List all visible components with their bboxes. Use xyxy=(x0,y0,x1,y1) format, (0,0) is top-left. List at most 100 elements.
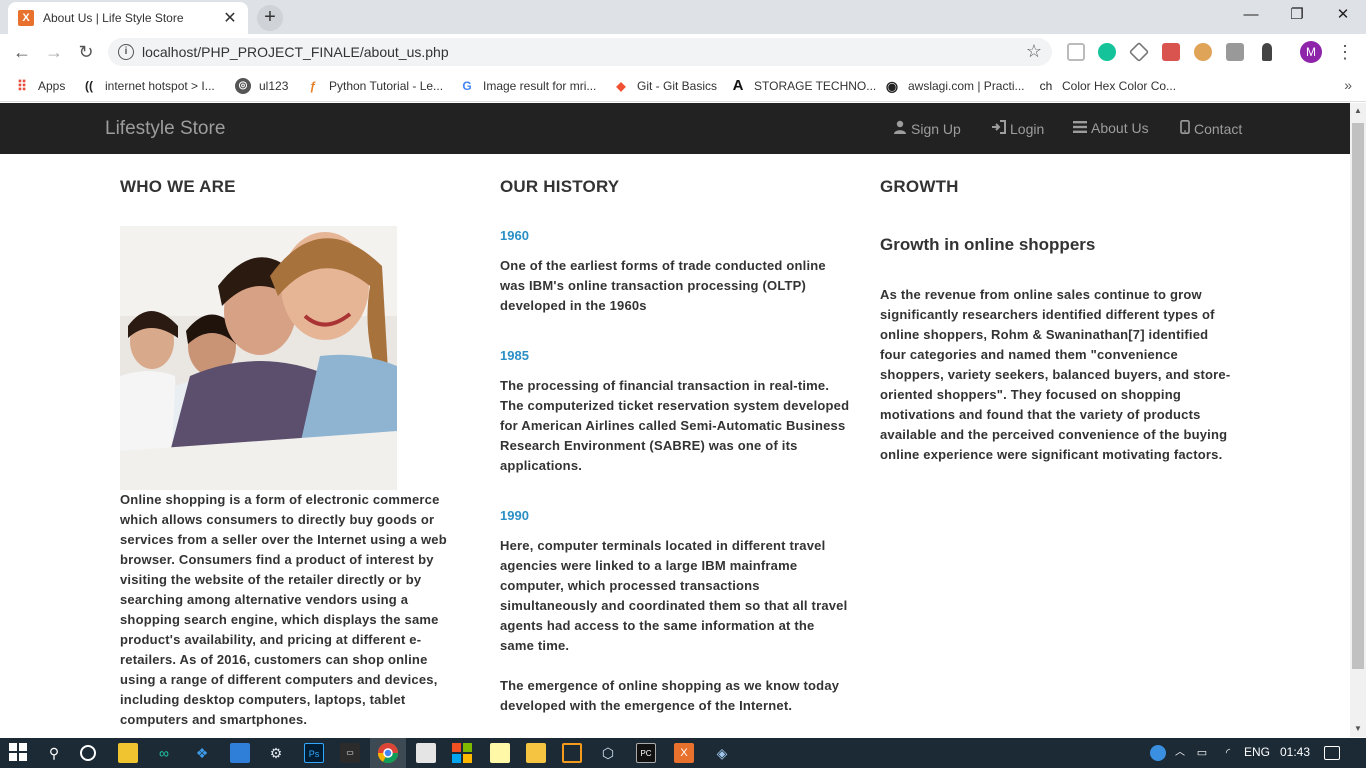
nav-about-us[interactable]: About Us xyxy=(1073,120,1149,136)
pdf-icon[interactable] xyxy=(1162,43,1180,61)
language-indicator[interactable]: ENG xyxy=(1244,745,1270,759)
history-entry-text: Here, computer terminals located in diff… xyxy=(500,538,848,653)
pycharm-icon[interactable]: PC xyxy=(636,743,656,763)
cortana-icon[interactable] xyxy=(80,745,96,761)
bookmark-python-tutorial[interactable]: ƒ Python Tutorial - Le... xyxy=(305,77,443,95)
terminal-icon[interactable]: ▭ xyxy=(340,743,360,763)
brand-logo[interactable]: Lifestyle Store xyxy=(105,118,225,140)
grammarly-icon[interactable] xyxy=(1098,43,1116,61)
bookmark-ul123[interactable]: ◎ ul123 xyxy=(235,77,288,95)
new-tab-button[interactable]: + xyxy=(257,5,283,31)
info-icon[interactable]: i xyxy=(118,44,134,60)
windows-start-icon[interactable] xyxy=(8,743,28,763)
infinity-app-icon[interactable]: ∞ xyxy=(154,743,174,763)
our-history-heading: OUR HISTORY xyxy=(500,177,620,196)
key-icon[interactable] xyxy=(1262,43,1272,61)
close-window-button[interactable]: ✕ xyxy=(1320,0,1366,30)
profile-avatar[interactable]: M xyxy=(1300,41,1322,63)
office-icon[interactable] xyxy=(452,743,472,763)
phone-icon xyxy=(1180,120,1190,137)
tab-title: About Us | Life Style Store xyxy=(43,11,184,25)
history-closing-text: The emergence of online shopping as we k… xyxy=(500,678,840,713)
dropbox-icon[interactable]: ❖ xyxy=(192,743,212,763)
growth-subheading: Growth in online shoppers xyxy=(880,235,1096,254)
wifi-icon[interactable]: ◜ xyxy=(1218,743,1238,763)
address-bar[interactable]: i localhost/PHP_PROJECT_FINALE/about_us.… xyxy=(108,38,1052,66)
growth-heading: GROWTH xyxy=(880,177,959,196)
history-entry-text: The processing of financial transaction … xyxy=(500,378,850,473)
clock[interactable]: 01:43 xyxy=(1280,745,1310,759)
bookmarks-bar: ⠿ Apps (( internet hotspot > I... ◎ ul12… xyxy=(0,70,1366,102)
sticky-notes-icon[interactable] xyxy=(490,743,510,763)
list-icon xyxy=(1073,120,1087,136)
windows-taskbar: ⚲ ∞ ❖ ⚙ Ps ▭ ⬡ PC X ◈ ︿ ▭ ◜ ENG 01:43 xyxy=(0,738,1366,768)
page-scrollbar[interactable]: ▲ ▼ xyxy=(1350,103,1366,737)
extension-user-icon[interactable] xyxy=(1226,43,1244,61)
photoshop-icon[interactable]: Ps xyxy=(304,743,324,763)
xampp-icon[interactable]: X xyxy=(674,743,694,763)
ch-icon: ch xyxy=(1039,79,1053,93)
scroll-up-icon[interactable]: ▲ xyxy=(1350,103,1366,119)
extension-cube-icon[interactable] xyxy=(1128,41,1150,63)
tray-chevron-icon[interactable]: ︿ xyxy=(1170,743,1190,763)
history-entry-text: One of the earliest forms of trade condu… xyxy=(500,258,826,313)
bookmark-image-result[interactable]: G Image result for mri... xyxy=(459,77,596,95)
bookmark-storage-techno[interactable]: A STORAGE TECHNO... xyxy=(730,77,877,95)
user-icon xyxy=(893,120,907,137)
browser-tab[interactable]: X About Us | Life Style Store ✕ xyxy=(8,2,248,34)
mail-icon[interactable] xyxy=(230,743,250,763)
a-letter-icon: A xyxy=(732,77,744,94)
nav-login[interactable]: Login xyxy=(991,120,1044,137)
python-icon: ƒ xyxy=(309,79,317,93)
globe-icon: ◎ xyxy=(235,78,251,94)
crop-app-icon[interactable] xyxy=(562,743,582,763)
history-year: 1960 xyxy=(500,228,529,243)
search-icon[interactable]: ⚲ xyxy=(44,743,64,763)
browser-toolbar: ← → ↻ i localhost/PHP_PROJECT_FINALE/abo… xyxy=(0,34,1366,70)
git-icon: ◆ xyxy=(616,79,626,93)
bookmark-color-hex[interactable]: ch Color Hex Color Co... xyxy=(1038,77,1176,95)
bookmark-apps[interactable]: ⠿ Apps xyxy=(14,77,66,95)
bookmark-awslagi[interactable]: ◉ awslagi.com | Practi... xyxy=(884,77,1025,95)
record-icon: ◉ xyxy=(885,78,899,94)
url-text[interactable]: localhost/PHP_PROJECT_FINALE/about_us.ph… xyxy=(142,44,449,60)
nav-contact[interactable]: Contact xyxy=(1180,120,1242,137)
apps-grid-icon: ⠿ xyxy=(16,78,28,94)
extension-pages-icon[interactable] xyxy=(1067,43,1085,61)
weather-icon[interactable] xyxy=(1150,745,1166,761)
steam-icon[interactable]: ⚙ xyxy=(266,743,286,763)
history-year: 1990 xyxy=(500,508,529,523)
more-bookmarks-icon[interactable]: » xyxy=(1344,77,1352,93)
minimize-button[interactable]: — xyxy=(1228,0,1274,30)
bookmark-internet-hotspot[interactable]: (( internet hotspot > I... xyxy=(81,77,215,95)
growth-section: GROWTH Growth in online shoppers As the … xyxy=(880,154,1232,462)
history-year: 1985 xyxy=(500,348,529,363)
forward-icon[interactable]: → xyxy=(42,40,66,64)
bookmark-git-basics[interactable]: ◆ Git - Git Basics xyxy=(613,77,717,95)
site-navbar: Lifestyle Store Sign Up Login About Us C… xyxy=(0,103,1350,154)
scroll-down-icon[interactable]: ▼ xyxy=(1350,721,1366,737)
login-icon xyxy=(991,120,1006,137)
window-app-icon[interactable] xyxy=(416,743,436,763)
3d-box-icon[interactable]: ◈ xyxy=(712,743,732,763)
our-history-section: OUR HISTORY 1960 One of the earliest for… xyxy=(500,154,850,713)
scrollbar-thumb[interactable] xyxy=(1352,123,1364,669)
team-photo xyxy=(120,226,397,490)
back-icon[interactable]: ← xyxy=(10,40,34,64)
reload-icon[interactable]: ↻ xyxy=(74,40,98,64)
nav-sign-up[interactable]: Sign Up xyxy=(893,120,961,137)
who-we-are-text: Online shopping is a form of electronic … xyxy=(120,492,447,727)
tab-close-icon[interactable]: ✕ xyxy=(222,8,238,28)
virtualbox-icon[interactable]: ⬡ xyxy=(598,743,618,763)
chrome-icon[interactable] xyxy=(377,743,399,764)
cookie-icon[interactable] xyxy=(1194,43,1212,61)
browser-menu-icon[interactable]: ⋮ xyxy=(1336,41,1354,63)
notifications-icon[interactable] xyxy=(1324,746,1340,760)
bookmark-star-icon[interactable]: ☆ xyxy=(1026,41,1042,62)
store-icon[interactable] xyxy=(118,743,138,763)
battery-icon[interactable]: ▭ xyxy=(1192,743,1212,763)
file-explorer-icon[interactable] xyxy=(526,743,546,763)
restore-button[interactable]: ❐ xyxy=(1274,0,1320,30)
xampp-favicon-icon: X xyxy=(18,10,34,26)
who-we-are-section: WHO WE ARE Online shopping is a form of … xyxy=(120,154,465,727)
